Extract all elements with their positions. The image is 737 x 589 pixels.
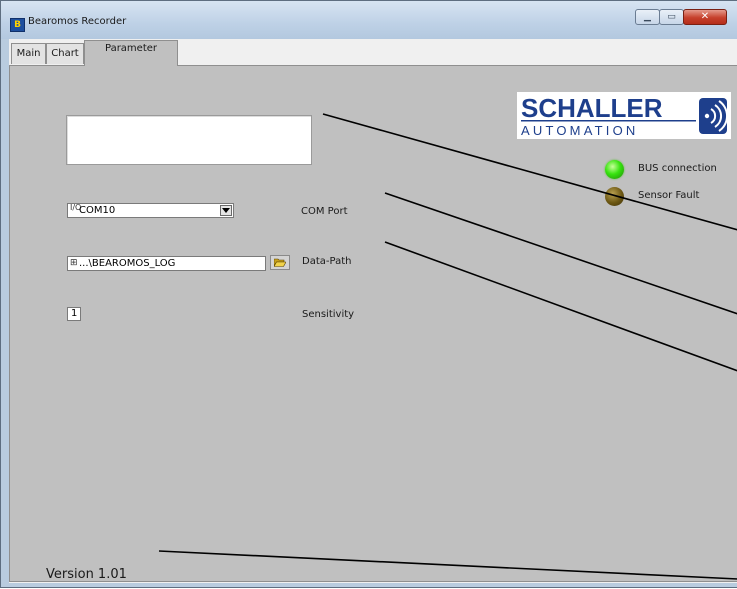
com-port-select[interactable]: I/O COM10 [67,203,234,218]
maximize-button[interactable]: ▭ [659,9,684,25]
tab-main[interactable]: Main [11,43,46,64]
sensitivity-label: Sensitivity [302,309,355,320]
sensor-fault-label: Sensor Fault [638,190,700,201]
tab-parameter[interactable]: Parameter [84,40,178,66]
logo-line2: AUTOMATION [521,123,638,138]
logo-line1: SCHALLER [521,93,663,123]
app-window: B Bearomos Recorder ▁ ▭ ✕ Main Chart Par… [0,0,737,588]
sensitivity-input[interactable]: 1 [67,307,81,321]
message-display [66,115,312,165]
com-port-label: COM Port [301,206,348,217]
tab-strip: Main Chart Parameter [9,39,737,66]
client-area: Main Chart Parameter SCHALLER AUTOMATION… [9,39,737,583]
bus-connection-label: BUS connection [638,163,717,174]
minimize-button[interactable]: ▁ [635,9,660,25]
browse-folder-button[interactable] [270,255,290,270]
io-icon: I/O [70,203,82,212]
title-bar[interactable]: B Bearomos Recorder ▁ ▭ ✕ [1,1,737,39]
schaller-automation-logo: SCHALLER AUTOMATION [517,92,731,139]
path-icon: ⊞ [70,258,78,268]
folder-open-icon [274,258,286,267]
parameter-panel: SCHALLER AUTOMATION BUS connection Senso… [9,65,737,582]
window-title: Bearomos Recorder [28,16,127,27]
data-path-label: Data-Path [302,256,352,267]
data-path-value: ...\BEAROMOS_LOG [79,258,176,269]
chevron-down-icon[interactable] [220,205,232,216]
close-button[interactable]: ✕ [683,9,727,25]
data-path-input[interactable]: ⊞ ...\BEAROMOS_LOG [67,256,266,271]
fault-led-icon [605,187,624,206]
app-icon: B [10,18,25,32]
com-port-value: COM10 [79,205,116,216]
version-text: Version 1.01 [46,567,127,582]
tab-chart[interactable]: Chart [46,43,84,64]
bus-led-icon [605,160,624,179]
